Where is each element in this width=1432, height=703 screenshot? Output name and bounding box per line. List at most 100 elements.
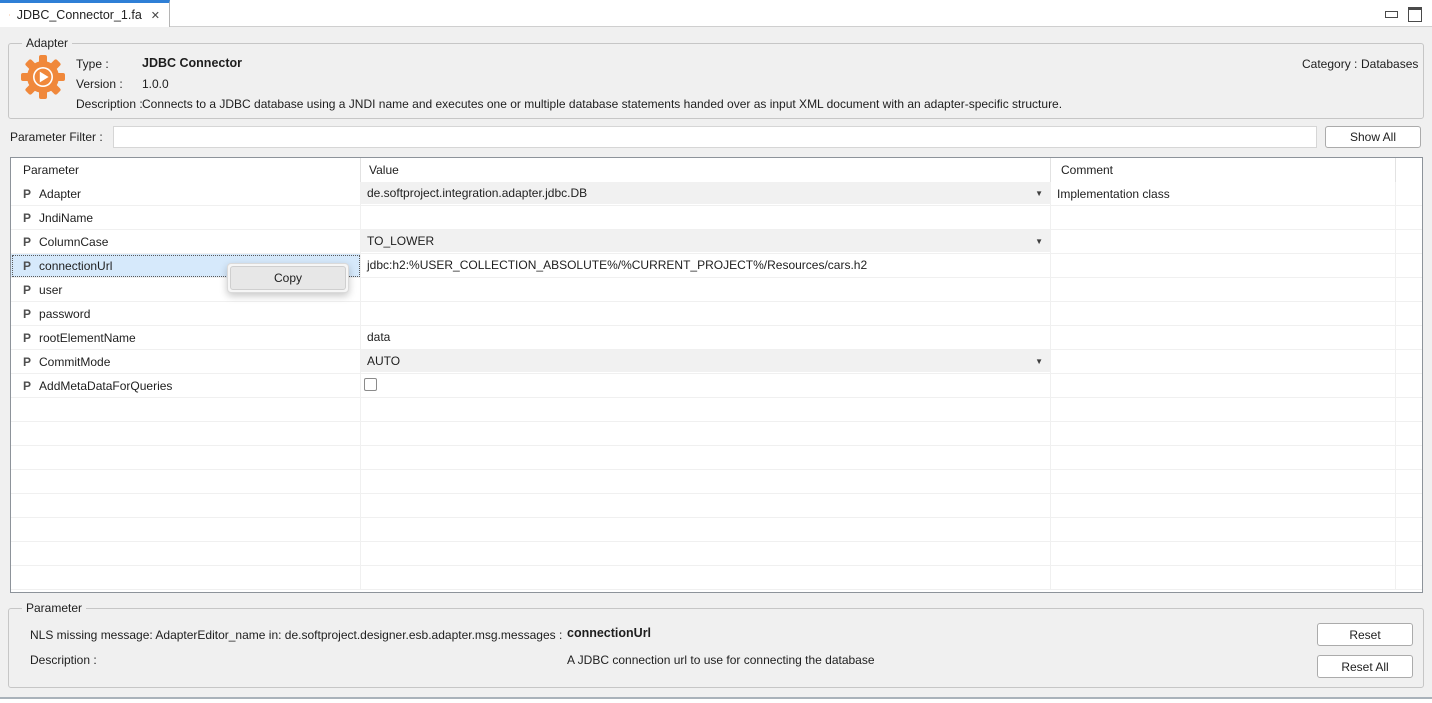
param-comment-cell [1051, 446, 1396, 470]
fa-file-icon [9, 8, 10, 22]
parameter-icon: P [23, 211, 31, 225]
dropdown-arrow-icon[interactable]: ▼ [1035, 237, 1043, 246]
row-end-cell [1396, 398, 1422, 422]
table-row [11, 470, 1422, 494]
param-comment-cell [1051, 398, 1396, 422]
header-parameter[interactable]: Parameter [11, 158, 361, 182]
parameter-filter-input[interactable] [113, 126, 1317, 148]
param-value-cell [361, 278, 1051, 302]
table-row [11, 398, 1422, 422]
value-combobox[interactable]: AUTO▼ [361, 350, 1050, 372]
param-comment-cell [1051, 278, 1396, 302]
param-value-cell [361, 206, 1051, 230]
maximize-icon[interactable] [1408, 7, 1422, 22]
table-row[interactable]: PCommitModeAUTO▼ [11, 350, 1422, 374]
row-end-cell [1396, 302, 1422, 326]
value-combobox[interactable]: TO_LOWER ▼ [361, 230, 1050, 252]
param-name-cell[interactable]: ProotElementName [11, 326, 361, 350]
table-row[interactable]: P Adapter de.softproject.integration.adapt… [11, 182, 1422, 206]
show-all-button[interactable]: Show All [1325, 126, 1421, 148]
parameter-name: Adapter [39, 187, 81, 201]
table-row[interactable]: PconnectionUrljdbc:h2:%USER_COLLECTION_A… [11, 254, 1422, 278]
param-value-cell: AUTO▼ [361, 350, 1051, 374]
param-name-cell [11, 470, 361, 494]
table-row[interactable]: Puser [11, 278, 1422, 302]
editor-tab[interactable]: JDBC_Connector_1.fa ✕ [0, 0, 170, 27]
row-end-cell [1396, 422, 1422, 446]
param-comment-cell [1051, 470, 1396, 494]
param-value-cell [361, 374, 1051, 398]
param-value-cell [361, 446, 1051, 470]
parameter-icon: P [23, 187, 31, 201]
table-row [11, 422, 1422, 446]
param-name-cell[interactable]: PCommitMode [11, 350, 361, 374]
table-row[interactable]: Ppassword [11, 302, 1422, 326]
param-value-cell [361, 398, 1051, 422]
param-name-cell[interactable]: PJndiName [11, 206, 361, 230]
row-end-cell [1396, 494, 1422, 518]
param-name-cell[interactable]: P Adapter [11, 182, 361, 206]
parameter-description-value: A JDBC connection url to use for connect… [567, 653, 875, 667]
row-end-cell [1396, 278, 1422, 302]
parameter-name: rootElementName [39, 331, 136, 345]
tab-title: JDBC_Connector_1.fa [17, 8, 142, 22]
param-value-cell [361, 470, 1051, 494]
table-row[interactable]: PAddMetaDataForQueries [11, 374, 1422, 398]
param-value-cell [361, 494, 1051, 518]
editor-tabbar: JDBC_Connector_1.fa ✕ [0, 0, 1432, 27]
header-comment[interactable]: Comment [1051, 158, 1396, 182]
table-row[interactable]: P ColumnCase TO_LOWER ▼ [11, 230, 1422, 254]
row-end-cell [1396, 182, 1422, 206]
value-checkbox[interactable] [364, 378, 377, 391]
header-value[interactable]: Value [361, 158, 1051, 182]
context-menu-item-copy[interactable]: Copy [230, 266, 346, 290]
minimize-icon[interactable] [1385, 11, 1398, 18]
reset-all-button[interactable]: Reset All [1317, 655, 1413, 678]
table-row[interactable]: ProotElementNamedata [11, 326, 1422, 350]
nls-message-label: NLS missing message: AdapterEditor_name … [30, 628, 562, 642]
param-comment-cell [1051, 254, 1396, 278]
combobox-value: TO_LOWER [367, 234, 434, 248]
param-comment-cell [1051, 422, 1396, 446]
reset-button[interactable]: Reset [1317, 623, 1413, 646]
row-end-cell [1396, 374, 1422, 398]
param-comment-cell [1051, 494, 1396, 518]
param-name-cell [11, 446, 361, 470]
param-comment-cell [1051, 206, 1396, 230]
combobox-value: de.softproject.integration.adapter.jdbc.… [367, 186, 587, 200]
param-name-cell[interactable]: PAddMetaDataForQueries [11, 374, 361, 398]
param-name-cell[interactable]: P ColumnCase [11, 230, 361, 254]
value-text-field[interactable]: data [361, 326, 1050, 348]
param-table-body: P Adapter de.softproject.integration.adapt… [11, 182, 1422, 590]
parameter-icon: P [23, 283, 31, 297]
parameter-name: AddMetaDataForQueries [39, 379, 172, 393]
adapter-group-legend: Adapter [22, 36, 72, 50]
param-value-cell [361, 422, 1051, 446]
parameter-group-legend: Parameter [22, 601, 86, 615]
value-combobox[interactable]: de.softproject.integration.adapter.jdbc.… [361, 182, 1050, 204]
table-row[interactable]: PJndiName [11, 206, 1422, 230]
param-name-cell [11, 566, 361, 590]
table-row [11, 494, 1422, 518]
value-text-field[interactable]: jdbc:h2:%USER_COLLECTION_ABSOLUTE%/%CURR… [361, 254, 1050, 276]
param-comment-cell [1051, 542, 1396, 566]
category-value: Databases [1361, 57, 1418, 71]
parameter-icon: P [23, 235, 31, 249]
table-row [11, 446, 1422, 470]
param-name-cell[interactable]: Ppassword [11, 302, 361, 326]
adapter-editor-window: JDBC_Connector_1.fa ✕ Adapter Type : JDB… [0, 0, 1432, 703]
row-end-cell [1396, 350, 1422, 374]
row-end-cell [1396, 326, 1422, 350]
parameter-name: ColumnCase [39, 235, 108, 249]
table-row [11, 518, 1422, 542]
param-name-cell [11, 494, 361, 518]
row-end-cell [1396, 470, 1422, 494]
dropdown-arrow-icon[interactable]: ▼ [1035, 357, 1043, 366]
tab-close-icon[interactable]: ✕ [151, 9, 160, 22]
param-comment-cell [1051, 350, 1396, 374]
parameter-icon: P [23, 355, 31, 369]
dropdown-arrow-icon[interactable]: ▼ [1035, 189, 1043, 198]
param-value-cell: de.softproject.integration.adapter.jdbc.… [361, 182, 1051, 206]
param-comment-cell [1051, 374, 1396, 398]
version-label: Version : [76, 77, 123, 91]
